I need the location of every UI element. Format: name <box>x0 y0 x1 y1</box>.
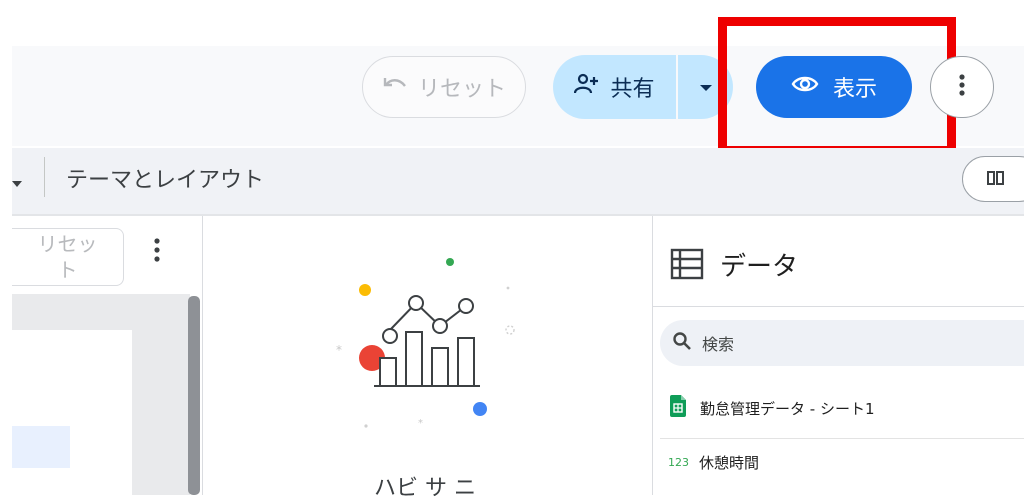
share-button[interactable]: 共有 <box>553 55 676 119</box>
field-item[interactable]: 123 休憩時間 <box>668 452 759 473</box>
theme-layout-button[interactable]: テーマとレイアウト <box>66 162 264 194</box>
empty-state-text: ハビ サ ニ <box>374 476 476 501</box>
panel-layout-button[interactable] <box>962 156 1024 202</box>
canvas-selection <box>12 426 70 468</box>
canvas-page[interactable] <box>12 330 132 495</box>
search-icon <box>672 331 692 355</box>
sheets-icon <box>670 395 686 421</box>
undo-icon <box>382 74 408 100</box>
share-button-group: 共有 <box>553 55 733 119</box>
svg-text:*: * <box>336 343 342 357</box>
share-button-label: 共有 <box>610 77 655 102</box>
number-type-icon: 123 <box>668 456 689 469</box>
data-source-item[interactable]: 勤怠管理データ - シート1 <box>670 395 875 421</box>
toolbar-divider <box>44 157 45 197</box>
data-panel-title: データ <box>720 252 799 282</box>
panel-divider <box>202 216 203 495</box>
data-search-input[interactable]: 検索 <box>660 320 1024 366</box>
reset-button-label: リセット <box>417 77 506 102</box>
chart-illustration: * * <box>330 248 530 442</box>
person-add-icon <box>574 73 600 101</box>
data-source-name: 勤怠管理データ - シート1 <box>700 399 875 418</box>
more-vert-icon[interactable] <box>152 236 162 268</box>
search-placeholder: 検索 <box>702 335 735 354</box>
field-name: 休憩時間 <box>699 454 760 472</box>
columns-icon <box>987 170 1005 189</box>
table-icon <box>670 248 704 284</box>
list-divider <box>660 438 1024 439</box>
left-reset-button[interactable]: リセッ ト <box>12 228 124 286</box>
more-options-button[interactable] <box>930 56 994 118</box>
panel-divider <box>652 216 653 495</box>
caret-down-icon[interactable] <box>12 173 22 192</box>
caret-down-icon <box>699 78 713 97</box>
scrollbar[interactable] <box>188 296 200 495</box>
data-panel-divider <box>653 306 1024 307</box>
highlight-box <box>718 17 956 155</box>
svg-text:*: * <box>418 418 423 429</box>
more-vert-icon <box>958 73 966 101</box>
reset-button[interactable]: リセット <box>362 56 526 118</box>
